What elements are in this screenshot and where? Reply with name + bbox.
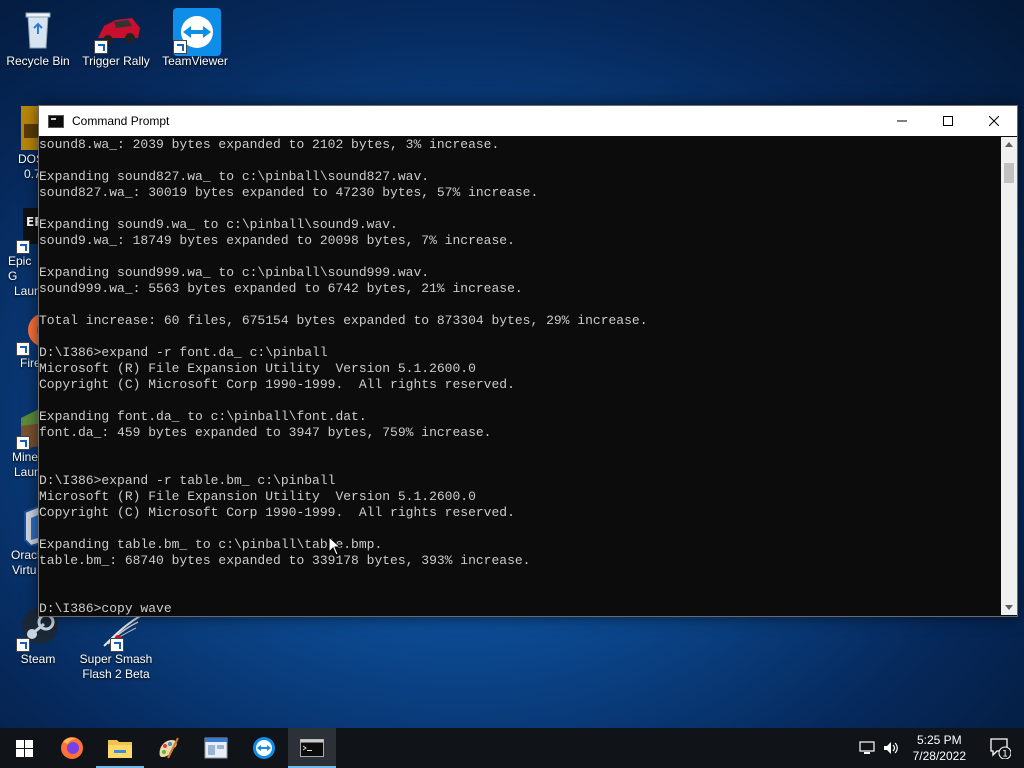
desktop-icon-label: Laun <box>14 465 40 479</box>
race-car-icon <box>94 8 140 54</box>
taskbar-command-prompt[interactable] <box>288 728 336 768</box>
desktop-icon-label: Recycle Bin <box>6 54 70 68</box>
mouse-cursor-icon <box>328 536 342 556</box>
taskbar-file-explorer[interactable] <box>96 728 144 768</box>
vertical-scrollbar[interactable] <box>1001 137 1017 615</box>
desktop-icon-trigger-rally[interactable]: Trigger Rally <box>78 8 154 69</box>
desktop-icon-label: Super Smash Flash 2 Beta <box>79 652 153 681</box>
desktop-icon-label: Mine <box>12 450 39 464</box>
scrollbar-thumb[interactable] <box>1004 163 1014 183</box>
window-title-bar[interactable]: Command Prompt <box>39 106 1017 136</box>
command-prompt-icon <box>300 739 324 757</box>
desktop-icon-teamviewer[interactable]: TeamViewer <box>157 8 233 69</box>
dosbox-icon <box>14 106 40 150</box>
desktop-icon-dosbox[interactable]: DOS 0.7 <box>0 106 40 182</box>
notification-count: 1 <box>1002 750 1008 760</box>
paint-icon <box>159 737 179 759</box>
minecraft-icon <box>14 404 40 450</box>
clock-date: 7/28/2022 <box>912 749 966 763</box>
desktop-icon-label: Fire <box>20 356 40 370</box>
shortcut-arrow-icon <box>94 40 108 54</box>
desktop-icon-label: Oracl <box>11 548 40 562</box>
desktop-icon-oracle-virtualbox[interactable]: Oracl Virtu <box>0 502 40 578</box>
close-button[interactable] <box>971 106 1017 136</box>
close-icon <box>989 116 999 126</box>
shortcut-arrow-icon <box>110 638 124 652</box>
window-app-icon <box>204 737 228 759</box>
taskbar: 5:25 PM 7/28/2022 1 <box>0 728 1024 768</box>
scroll-down-icon[interactable] <box>1005 605 1013 610</box>
taskbar-teamviewer[interactable] <box>240 728 288 768</box>
maximize-button[interactable] <box>925 106 971 136</box>
network-icon[interactable] <box>855 728 879 768</box>
teamviewer-icon <box>253 737 275 759</box>
firefox-icon <box>14 310 40 356</box>
teamviewer-icon <box>173 8 221 56</box>
epic-games-icon: EP <box>14 208 40 254</box>
shortcut-arrow-icon <box>16 342 30 356</box>
desktop-icon-label: Steam <box>20 652 56 666</box>
command-prompt-icon <box>48 114 64 128</box>
shortcut-arrow-icon <box>16 436 30 450</box>
start-button[interactable] <box>0 728 48 768</box>
desktop-icon-firefox[interactable]: Fire <box>0 310 40 371</box>
maximize-icon <box>943 116 953 126</box>
system-tray: 5:25 PM 7/28/2022 1 <box>855 728 1024 768</box>
windows-logo-icon <box>15 739 33 757</box>
firefox-icon <box>61 737 83 759</box>
desktop-icon-label: Epic G <box>8 254 32 283</box>
shortcut-arrow-icon <box>173 40 187 54</box>
recycle-bin-icon <box>16 8 60 52</box>
command-prompt-window[interactable]: Command Prompt sound8.wa_: 2039 bytes ex… <box>38 105 1018 617</box>
taskbar-clock[interactable]: 5:25 PM 7/28/2022 <box>903 732 976 764</box>
virtualbox-icon <box>14 502 40 548</box>
volume-icon[interactable] <box>879 728 903 768</box>
desktop-icon-label: 0.7 <box>24 167 40 181</box>
action-center-button[interactable]: 1 <box>976 728 1024 768</box>
desktop-icon-minecraft[interactable]: Mine Laun <box>0 404 40 480</box>
scroll-up-icon[interactable] <box>1005 142 1013 147</box>
folder-icon <box>108 740 132 758</box>
minimize-icon <box>897 120 907 122</box>
notification-icon: 1 <box>990 738 1011 760</box>
taskbar-paint[interactable] <box>144 728 192 768</box>
desktop-icon-label: Laun <box>14 284 40 298</box>
desktop-icon-label: Trigger Rally <box>82 54 150 68</box>
taskbar-firefox[interactable] <box>48 728 96 768</box>
desktop-icon-label: Virtu <box>12 563 37 577</box>
desktop-icon-label: TeamViewer <box>162 54 228 68</box>
console-text: sound8.wa_: 2039 bytes expanded to 2102 … <box>39 137 648 615</box>
clock-time: 5:25 PM <box>916 733 962 747</box>
desktop-icon-epic-games[interactable]: EP Epic G Laun <box>0 208 40 299</box>
shortcut-arrow-icon <box>16 240 30 254</box>
shortcut-arrow-icon <box>16 638 30 652</box>
console-output[interactable]: sound8.wa_: 2039 bytes expanded to 2102 … <box>39 137 1001 615</box>
taskbar-control-panel[interactable] <box>192 728 240 768</box>
window-title: Command Prompt <box>72 114 170 128</box>
desktop-icon-super-smash-flash[interactable]: Super Smash Flash 2 Beta <box>78 606 154 682</box>
minimize-button[interactable] <box>879 106 925 136</box>
desktop-icon-label: DOS <box>18 152 40 166</box>
desktop-icon-recycle-bin[interactable]: Recycle Bin <box>0 8 76 69</box>
